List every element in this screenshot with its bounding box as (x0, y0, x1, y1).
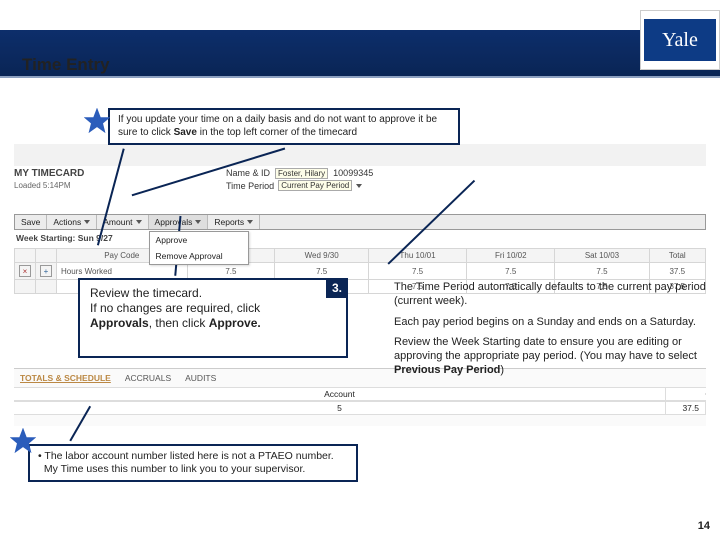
note-text: Review the Week Starting date to ensure … (394, 336, 697, 362)
col-day: Wed 9/30 (275, 249, 369, 263)
star-icon (10, 428, 36, 454)
callout-bold: Approve. (209, 316, 261, 330)
right-notes: The Time Period automatically defaults t… (394, 280, 706, 384)
callout-save-tip: If you update your time on a daily basis… (108, 108, 460, 145)
total-cell: 37.5 (649, 263, 705, 280)
timecard-panel: MY TIMECARD Loaded 5:14PM Name & ID Fost… (14, 168, 706, 294)
tab-accruals[interactable]: ACCRUALS (125, 373, 171, 383)
hours-cell[interactable]: 7.5 (275, 263, 369, 280)
chevron-down-icon (136, 220, 142, 224)
page-title: Time Entry (22, 55, 110, 75)
insert-row-icon[interactable]: + (40, 265, 52, 277)
callout-labor-account: • The labor account number listed here i… (28, 444, 358, 482)
callout-bold: Approvals (90, 316, 149, 330)
tab-audits[interactable]: AUDITS (185, 373, 216, 383)
col-total: Total (649, 249, 705, 263)
callout-text: , then click (149, 316, 209, 330)
name-label: Name & ID (226, 168, 270, 178)
approvals-label: Approvals (155, 217, 193, 227)
period-select[interactable]: Current Pay Period (278, 180, 352, 191)
callout-bold: Save (174, 127, 197, 138)
note-paragraph: Review the Week Starting date to ensure … (394, 335, 706, 378)
approve-item[interactable]: Approve (150, 232, 248, 248)
logo-container: Yale (640, 10, 720, 70)
callout-text: The labor account number listed here is … (42, 450, 334, 462)
hours-cell[interactable]: 7.5 (187, 263, 275, 280)
toolbar: Save Actions Amount Approvals Approve Re… (14, 214, 706, 230)
account-value: 5 (14, 402, 666, 414)
delete-row-icon[interactable]: × (19, 265, 31, 277)
reports-button[interactable]: Reports (208, 215, 260, 229)
chevron-down-icon (356, 184, 362, 188)
page-number: 14 (698, 520, 710, 532)
callout-line: Approvals, then click Approve. (90, 316, 336, 331)
paycode-cell[interactable]: Hours Worked (57, 263, 188, 280)
callout-line: Review the timecard. (90, 286, 336, 301)
callout-text: My Time uses this number to link you to … (44, 463, 305, 475)
name-id-row: Name & ID Foster, Hilary 10099345 (226, 168, 373, 178)
col-day: Thu 10/01 (369, 249, 467, 263)
hours-cell[interactable]: 7.5 (467, 263, 555, 280)
note-text: ) (500, 364, 504, 376)
reports-label: Reports (214, 217, 244, 227)
star-icon (84, 108, 110, 134)
approvals-dropdown: Approve Remove Approval (149, 231, 249, 265)
actions-button[interactable]: Actions (47, 215, 97, 229)
account-hours: 37.5 (666, 402, 706, 414)
hours-cell[interactable]: 7.5 (555, 263, 649, 280)
period-label: Time Period (226, 181, 274, 191)
col-day: Fri 10/02 (467, 249, 555, 263)
amount-label: Amount (103, 217, 132, 227)
step-number-badge: 3. (326, 278, 348, 298)
hours-cell[interactable]: 7.5 (369, 263, 467, 280)
chevron-down-icon (84, 220, 90, 224)
note-bold: Previous Pay Period (394, 364, 500, 376)
remove-approval-item[interactable]: Remove Approval (150, 248, 248, 264)
table-header-row: Pay Code Tue 9/29 Wed 9/30 Thu 10/01 Fri… (15, 249, 706, 263)
save-label: Save (21, 217, 40, 227)
chevron-down-icon (195, 220, 201, 224)
note-paragraph: The Time Period automatically defaults t… (394, 280, 706, 309)
yale-logo: Yale (644, 19, 716, 61)
note-paragraph: Each pay period begins on a Sunday and e… (394, 315, 706, 329)
time-period-row: Time Period Current Pay Period (226, 180, 362, 191)
actions-label: Actions (53, 217, 81, 227)
callout-text: in the top left corner of the timecard (197, 127, 357, 138)
table-row: × + Hours Worked 7.5 7.5 7.5 7.5 7.5 37.… (15, 263, 706, 280)
callout-step3: Review the timecard. If no changes are r… (78, 278, 348, 358)
save-button[interactable]: Save (15, 215, 47, 229)
decorative-strip (14, 144, 706, 166)
tab-totals[interactable]: TOTALS & SCHEDULE (20, 373, 111, 383)
week-starting-label: Week Starting: Sun 9/27 (14, 230, 706, 246)
col-day: Sat 10/03 (555, 249, 649, 263)
account-data-row: 5 37.5 (14, 401, 706, 415)
chevron-down-icon (247, 220, 253, 224)
account-header-row: Account (14, 387, 706, 401)
account-header: Account (14, 388, 666, 400)
employee-id: 10099345 (333, 168, 373, 178)
callout-line: If no changes are required, click (90, 301, 336, 316)
name-value[interactable]: Foster, Hilary (275, 168, 328, 179)
